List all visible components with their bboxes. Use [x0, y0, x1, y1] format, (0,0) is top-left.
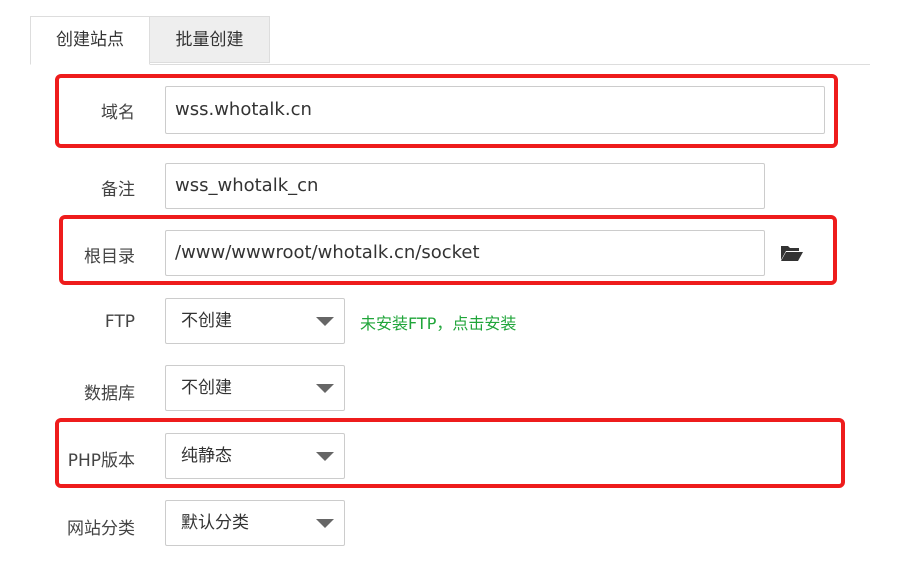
root-input[interactable]: /www/wwwroot/whotalk.cn/socket	[165, 230, 765, 276]
chevron-down-icon	[316, 384, 334, 393]
folder-open-icon[interactable]	[780, 243, 804, 263]
category-label: 网站分类	[67, 519, 135, 539]
remark-label: 备注	[101, 180, 135, 200]
ftp-select-value: 不创建	[181, 311, 232, 331]
database-label: 数据库	[84, 384, 135, 404]
php-select[interactable]: 纯静态	[165, 433, 345, 479]
database-select-value: 不创建	[181, 378, 232, 398]
database-select[interactable]: 不创建	[165, 365, 345, 411]
category-select[interactable]: 默认分类	[165, 500, 345, 546]
php-label: PHP版本	[67, 451, 135, 471]
ftp-install-link[interactable]: 未安装FTP，点击安装	[360, 310, 516, 334]
tab-create-site[interactable]: 创建站点	[30, 16, 150, 65]
ftp-label: FTP	[104, 312, 135, 332]
chevron-down-icon	[316, 452, 334, 461]
ftp-select[interactable]: 不创建	[165, 298, 345, 344]
root-label: 根目录	[84, 247, 135, 267]
chevron-down-icon	[316, 519, 334, 528]
php-select-value: 纯静态	[181, 446, 232, 466]
tab-bar: 创建站点 批量创建	[30, 16, 870, 65]
category-select-value: 默认分类	[181, 513, 249, 533]
chevron-down-icon	[316, 317, 334, 326]
domain-label: 域名	[101, 103, 135, 123]
remark-input[interactable]: wss_whotalk_cn	[165, 163, 765, 209]
tab-batch-create[interactable]: 批量创建	[150, 16, 270, 63]
domain-input[interactable]: wss.whotalk.cn	[165, 86, 825, 134]
